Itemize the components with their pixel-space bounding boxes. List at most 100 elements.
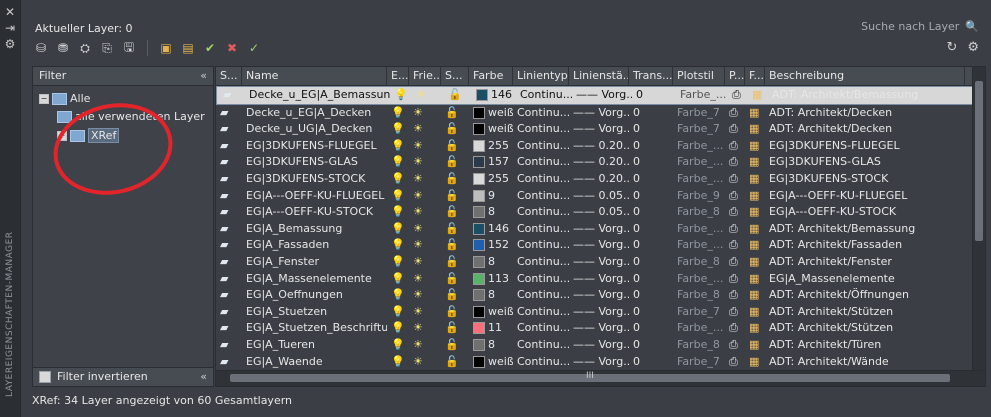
plotstyle-cell[interactable]: Farbe_... — [673, 154, 725, 171]
linetype-cell[interactable]: Continu... — [513, 287, 569, 304]
description-cell[interactable]: EG|A_Massenelemente — [765, 271, 965, 288]
refresh-icon[interactable]: ↻ — [946, 40, 957, 55]
col-status[interactable]: S... — [216, 67, 242, 85]
linetype-cell[interactable]: Continu... — [513, 320, 569, 337]
freeze-icon[interactable]: ☀ — [409, 138, 441, 155]
on-icon[interactable]: 💡 — [387, 354, 409, 371]
on-icon[interactable]: 💡 — [387, 271, 409, 288]
plot-icon[interactable]: ⎙ — [725, 320, 745, 337]
plot-icon[interactable]: ⎙ — [725, 287, 745, 304]
on-icon[interactable]: 💡 — [387, 320, 409, 337]
on-icon[interactable]: 💡 — [387, 221, 409, 238]
description-cell[interactable]: ADT: Architekt/Bemassung — [768, 87, 968, 104]
color-cell[interactable]: weiß — [469, 304, 513, 321]
col-lineweight[interactable]: Linienstä... — [569, 67, 629, 85]
on-icon[interactable]: 💡 — [387, 105, 409, 122]
col-plotstyle[interactable]: Plotstil — [673, 67, 725, 85]
plotstyle-cell[interactable]: Farbe_7 — [673, 354, 725, 371]
linetype-cell[interactable]: Continu... — [513, 154, 569, 171]
lineweight-cell[interactable]: —— Vorg... — [569, 271, 629, 288]
plotstyle-cell[interactable]: Farbe_... — [673, 221, 725, 238]
table-row[interactable]: ▰ EG|A_Stuetzen_Beschriftu... 💡 ☀ 🔓 11 Continu… — [216, 320, 973, 337]
newvp-icon[interactable]: ▦ — [745, 154, 765, 171]
lock-icon[interactable]: 🔓 — [441, 154, 469, 171]
lock-icon[interactable]: 🔓 — [441, 287, 469, 304]
linetype-cell[interactable]: Continu... — [513, 171, 569, 188]
lineweight-cell[interactable]: —— Vorg... — [569, 320, 629, 337]
lineweight-cell[interactable]: —— 0.20... — [569, 138, 629, 155]
lock-icon[interactable]: 🔓 — [441, 138, 469, 155]
lineweight-cell[interactable]: —— Vorg... — [569, 254, 629, 271]
linetype-cell[interactable]: Continu... — [513, 354, 569, 371]
description-cell[interactable]: EG|A---OEFF-KU-FLUEGEL — [765, 188, 965, 205]
plot-icon[interactable]: ⎙ — [725, 138, 745, 155]
on-icon[interactable]: 💡 — [387, 337, 409, 354]
collapse-filter-icon[interactable]: « — [200, 67, 207, 85]
invert-filter-checkbox[interactable] — [39, 371, 51, 383]
table-row[interactable]: ▰ Decke_u_EG|A_Decken 💡 ☀ 🔓 weiß Continu... —— … — [216, 105, 973, 122]
lock-icon[interactable]: 🔓 — [441, 121, 469, 138]
linetype-cell[interactable]: Continu... — [513, 221, 569, 238]
color-cell[interactable]: 8 — [469, 337, 513, 354]
lock-icon[interactable]: 🔓 — [441, 304, 469, 321]
col-name[interactable]: Name — [242, 67, 387, 85]
plot-icon[interactable]: ⎙ — [725, 221, 745, 238]
description-cell[interactable]: ADT: Architekt/Decken — [765, 105, 965, 122]
plotstyle-cell[interactable]: Farbe_... — [673, 171, 725, 188]
plotstyle-cell[interactable]: Farbe_... — [673, 320, 725, 337]
col-linetype[interactable]: Linientyp — [513, 67, 569, 85]
tree-node-used[interactable]: alle verwendeten Layer — [57, 110, 205, 123]
newvp-icon[interactable]: ▦ — [745, 221, 765, 238]
lock-icon[interactable]: 🔓 — [441, 237, 469, 254]
newvp-icon[interactable]: ▦ — [745, 320, 765, 337]
col-lock[interactable]: S... — [441, 67, 469, 85]
newvp-icon[interactable]: ▦ — [748, 87, 768, 104]
horizontal-scrollbar[interactable]: III — [215, 370, 986, 387]
freeze-icon[interactable]: ☀ — [409, 254, 441, 271]
lineweight-cell[interactable]: —— 0.05... — [569, 188, 629, 205]
table-row[interactable]: ▰ Decke_u_UG|A_Decken 💡 ☀ 🔓 weiß Continu... —— … — [216, 121, 973, 138]
description-cell[interactable]: EG|3DKUFENS-GLAS — [765, 154, 965, 171]
newvp-icon[interactable]: ▦ — [745, 337, 765, 354]
lineweight-cell[interactable]: —— Vorg... — [569, 304, 629, 321]
freeze-icon[interactable]: ☀ — [409, 204, 441, 221]
color-cell[interactable]: 255 — [469, 171, 513, 188]
newvp-icon[interactable]: ▦ — [745, 354, 765, 371]
vertical-scroll-thumb[interactable] — [975, 81, 983, 241]
apply-icon[interactable]: ✓ — [246, 40, 262, 56]
properties-icon[interactable]: ⚙ — [4, 38, 16, 50]
table-row[interactable]: ▰ EG|3DKUFENS-STOCK 💡 ☀ 🔓 255 Continu... —— 0.2… — [216, 171, 973, 188]
description-cell[interactable]: ADT: Architekt/Bemassung — [765, 221, 965, 238]
on-icon[interactable]: 💡 — [387, 304, 409, 321]
settings-icon[interactable]: ⚙ — [967, 40, 979, 55]
table-row[interactable]: ▰ EG|A_Stuetzen 💡 ☀ 🔓 weiß Continu... —— Vorg..… — [216, 304, 973, 321]
close-icon[interactable]: ✕ — [4, 6, 16, 18]
plot-icon[interactable]: ⎙ — [725, 105, 745, 122]
lineweight-cell[interactable]: —— Vorg... — [569, 354, 629, 371]
col-newvp[interactable]: F... — [745, 67, 765, 85]
linetype-cell[interactable]: Continu... — [513, 337, 569, 354]
new-property-filter-icon[interactable]: ⛁ — [33, 40, 49, 56]
new-group-filter-icon[interactable]: ⛃ — [55, 40, 71, 56]
newvp-icon[interactable]: ▦ — [745, 304, 765, 321]
color-cell[interactable]: 8 — [469, 204, 513, 221]
lock-icon[interactable]: 🔓 — [441, 204, 469, 221]
description-cell[interactable]: ADT: Architekt/Öffnungen — [765, 287, 965, 304]
plotstyle-cell[interactable]: Farbe_7 — [673, 304, 725, 321]
plot-icon[interactable]: ⎙ — [725, 304, 745, 321]
lock-icon[interactable]: 🔓 — [441, 254, 469, 271]
transparency-cell[interactable]: 0 — [629, 337, 673, 354]
collapse-icon[interactable]: − — [39, 93, 49, 104]
lineweight-cell[interactable]: —— Vorg... — [569, 337, 629, 354]
description-cell[interactable]: ADT: Architekt/Fassaden — [765, 237, 965, 254]
table-row[interactable]: ▰ EG|A_Tueren 💡 ☀ 🔓 8 Continu... —— Vorg... 0 Far… — [216, 337, 973, 354]
transparency-cell[interactable]: 0 — [629, 354, 673, 371]
color-cell[interactable]: 113 — [469, 271, 513, 288]
color-cell[interactable]: 11 — [469, 320, 513, 337]
col-transparency[interactable]: Trans... — [629, 67, 673, 85]
linetype-cell[interactable]: Continu... — [513, 254, 569, 271]
freeze-icon[interactable]: ☀ — [409, 337, 441, 354]
new-layer-vp-icon[interactable]: ▤ — [180, 40, 196, 56]
linetype-cell[interactable]: Continu... — [513, 105, 569, 122]
newvp-icon[interactable]: ▦ — [745, 188, 765, 205]
